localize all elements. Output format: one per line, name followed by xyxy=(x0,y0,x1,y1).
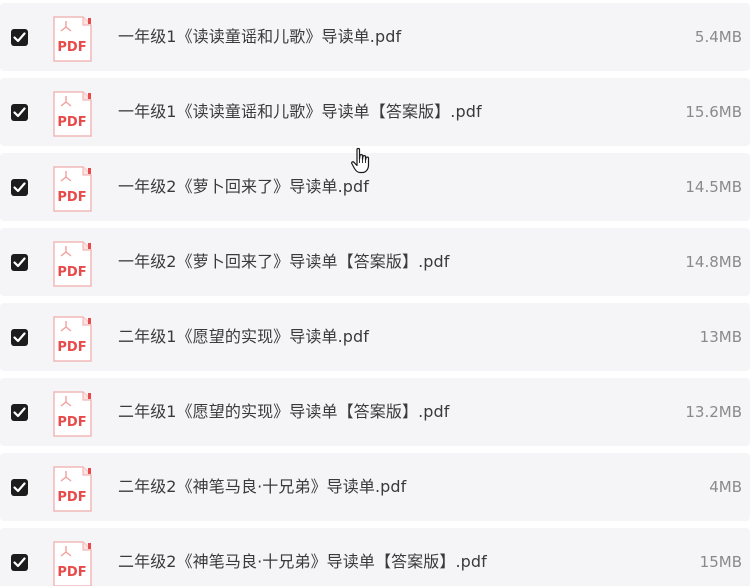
file-name[interactable]: 一年级2《萝卜回来了》导读单.pdf xyxy=(118,153,369,221)
pdf-icon-label: PDF xyxy=(57,40,86,55)
row-checkbox[interactable] xyxy=(11,29,28,46)
pdf-icon-label: PDF xyxy=(57,190,86,205)
file-name[interactable]: 二年级2《神笔马良·十兄弟》导读单【答案版】.pdf xyxy=(118,528,487,586)
row-checkbox[interactable] xyxy=(11,554,28,571)
file-name[interactable]: 二年级2《神笔马良·十兄弟》导读单.pdf xyxy=(118,453,406,521)
file-size: 5.4MB xyxy=(694,28,742,46)
pdf-file-icon: PDF xyxy=(53,541,92,586)
file-size: 14.5MB xyxy=(685,178,742,196)
check-icon xyxy=(13,182,26,193)
file-row[interactable]: PDF 二年级2《神笔马良·十兄弟》导读单【答案版】.pdf 15MB xyxy=(0,528,750,586)
file-row[interactable]: PDF 一年级1《读读童谣和儿歌》导读单.pdf 5.4MB xyxy=(0,3,750,71)
pdf-file-icon: PDF xyxy=(53,316,92,362)
check-icon xyxy=(13,332,26,343)
pdf-file-icon: PDF xyxy=(53,391,92,437)
row-checkbox[interactable] xyxy=(11,404,28,421)
file-name[interactable]: 一年级1《读读童谣和儿歌》导读单.pdf xyxy=(118,3,401,71)
file-row[interactable]: PDF 二年级1《愿望的实现》导读单【答案版】.pdf 13.2MB xyxy=(0,378,750,446)
check-icon xyxy=(13,107,26,118)
pdf-icon-label: PDF xyxy=(57,115,86,130)
pdf-icon-label: PDF xyxy=(57,565,86,580)
file-row[interactable]: PDF 一年级1《读读童谣和儿歌》导读单【答案版】.pdf 15.6MB xyxy=(0,78,750,146)
file-name[interactable]: 二年级1《愿望的实现》导读单.pdf xyxy=(118,303,369,371)
pdf-icon-label: PDF xyxy=(57,265,86,280)
check-icon xyxy=(13,32,26,43)
row-checkbox[interactable] xyxy=(11,254,28,271)
row-checkbox[interactable] xyxy=(11,179,28,196)
row-checkbox[interactable] xyxy=(11,329,28,346)
file-size: 14.8MB xyxy=(685,253,742,271)
row-checkbox[interactable] xyxy=(11,479,28,496)
check-icon xyxy=(13,407,26,418)
file-row[interactable]: PDF 二年级1《愿望的实现》导读单.pdf 13MB xyxy=(0,303,750,371)
pdf-file-icon: PDF xyxy=(53,241,92,287)
check-icon xyxy=(13,482,26,493)
row-checkbox[interactable] xyxy=(11,104,28,121)
file-name[interactable]: 二年级1《愿望的实现》导读单【答案版】.pdf xyxy=(118,378,450,446)
pdf-file-icon: PDF xyxy=(53,16,92,62)
file-name[interactable]: 一年级2《萝卜回来了》导读单【答案版】.pdf xyxy=(118,228,450,296)
file-size: 13.2MB xyxy=(685,403,742,421)
pdf-file-icon: PDF xyxy=(53,466,92,512)
file-row[interactable]: PDF 一年级2《萝卜回来了》导读单【答案版】.pdf 14.8MB xyxy=(0,228,750,296)
pdf-icon-label: PDF xyxy=(57,490,86,505)
file-size: 15MB xyxy=(699,553,742,571)
pdf-file-icon: PDF xyxy=(53,91,92,137)
pdf-file-icon: PDF xyxy=(53,166,92,212)
hand-cursor-icon xyxy=(351,147,370,174)
file-size: 15.6MB xyxy=(685,103,742,121)
file-size: 13MB xyxy=(699,328,742,346)
pdf-icon-label: PDF xyxy=(57,415,86,430)
file-row[interactable]: PDF 二年级2《神笔马良·十兄弟》导读单.pdf 4MB xyxy=(0,453,750,521)
file-size: 4MB xyxy=(709,478,742,496)
pdf-icon-label: PDF xyxy=(57,340,86,355)
file-row[interactable]: PDF 一年级2《萝卜回来了》导读单.pdf 14.5MB xyxy=(0,153,750,221)
check-icon xyxy=(13,257,26,268)
file-name[interactable]: 一年级1《读读童谣和儿歌》导读单【答案版】.pdf xyxy=(118,78,482,146)
check-icon xyxy=(13,557,26,568)
file-list: PDF 一年级1《读读童谣和儿歌》导读单.pdf 5.4MB PDF 一年级1《… xyxy=(0,0,750,586)
